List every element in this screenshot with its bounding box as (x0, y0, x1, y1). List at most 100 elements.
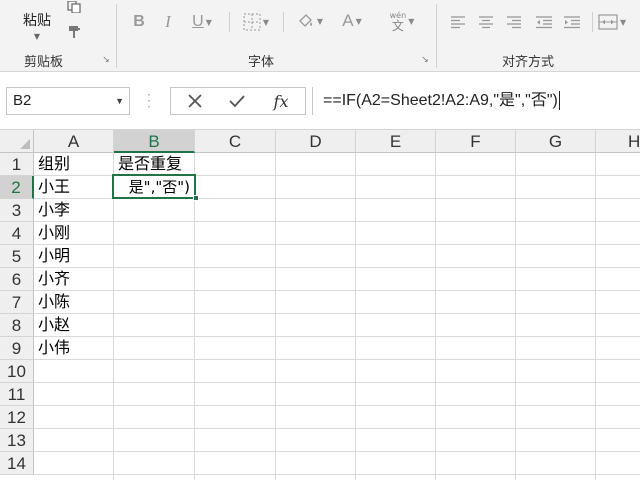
align-left-button[interactable] (446, 10, 470, 34)
gridline (34, 359, 640, 360)
formula-bar-grip-icon[interactable]: · · · (147, 89, 151, 113)
active-cell-b2[interactable]: 是","否") (112, 174, 196, 199)
align-right-button[interactable] (502, 10, 526, 34)
merge-dropdown-icon: ▼ (620, 17, 627, 27)
cell-b1[interactable]: 是否重复 (114, 153, 195, 175)
gridline (34, 405, 640, 406)
gridline (34, 474, 640, 475)
align-right-icon (507, 16, 521, 29)
gridline (34, 451, 640, 452)
name-box[interactable]: B2 ▼ (6, 87, 130, 115)
font-color-icon: A (342, 11, 354, 30)
gridline (595, 153, 596, 480)
borders-dropdown-icon: ▼ (262, 17, 270, 27)
row-header-12[interactable]: 12 (0, 406, 34, 429)
row-header-1[interactable]: 1 (0, 153, 34, 176)
column-header-h[interactable]: H (596, 130, 640, 153)
worksheet-grid[interactable]: A B C D E F G H 1 2 3 4 5 6 7 8 9 10 11 … (0, 130, 640, 480)
paste-label: 粘贴 (23, 12, 51, 29)
cell-a5[interactable]: 小明 (34, 245, 114, 267)
merge-center-icon (598, 14, 618, 30)
toolbar-divider (229, 12, 230, 32)
format-painter-icon[interactable] (64, 22, 86, 42)
column-header-d[interactable]: D (276, 130, 356, 153)
row-header-4[interactable]: 4 (0, 222, 34, 245)
column-header-f[interactable]: F (436, 130, 516, 153)
cell-a8[interactable]: 小赵 (34, 314, 114, 336)
cell-a3[interactable]: 小李 (34, 199, 114, 221)
group-divider (116, 4, 117, 68)
gridline (355, 153, 356, 480)
decrease-indent-button[interactable] (532, 10, 556, 34)
increase-indent-button[interactable] (560, 10, 584, 34)
row-header-3[interactable]: 3 (0, 199, 34, 222)
cancel-icon (188, 94, 202, 108)
cancel-entry-button[interactable] (175, 89, 215, 113)
gridline (34, 290, 640, 291)
fill-handle[interactable] (193, 195, 199, 201)
column-header-a[interactable]: A (34, 130, 114, 153)
gridline (34, 313, 640, 314)
italic-button[interactable]: I (157, 10, 179, 34)
gridline (34, 336, 640, 337)
row-header-8[interactable]: 8 (0, 314, 34, 337)
phonetic-button[interactable]: wén 文 ▼ (382, 6, 422, 36)
cell-a1[interactable]: 组别 (34, 153, 114, 175)
column-header-b[interactable]: B (114, 130, 195, 153)
formula-input[interactable]: ==IF(A2=Sheet2!A2:A9,"是","否") (312, 87, 640, 115)
cell-a4[interactable]: 小刚 (34, 222, 114, 244)
row-header-7[interactable]: 7 (0, 291, 34, 314)
cell-a7[interactable]: 小陈 (34, 291, 114, 313)
cell-a2[interactable]: 小王 (34, 176, 114, 198)
clipboard-launcher-icon[interactable]: ↘ (101, 55, 111, 65)
column-header-g[interactable]: G (516, 130, 596, 153)
font-group-label: 字体 (248, 55, 275, 70)
fill-color-button[interactable]: ▼ (290, 8, 330, 34)
bold-button[interactable]: B (128, 10, 150, 34)
row-header-5[interactable]: 5 (0, 245, 34, 268)
merge-center-button[interactable]: ▼ (598, 10, 640, 34)
row-header-6[interactable]: 6 (0, 268, 34, 291)
insert-function-button[interactable]: fx (261, 89, 301, 113)
select-all-icon (20, 139, 30, 149)
borders-icon (243, 13, 261, 31)
clipboard-group-label: 剪贴板 (24, 55, 64, 70)
cell-a6[interactable]: 小齐 (34, 268, 114, 290)
increase-indent-icon (564, 16, 580, 29)
font-launcher-icon[interactable]: ↘ (420, 55, 430, 65)
name-box-value: B2 (13, 92, 32, 109)
gridline (34, 428, 640, 429)
formula-bar: B2 ▼ · · · fx ==IF(A2=Sheet2!A2:A9,"是","否"… (0, 72, 640, 130)
text-cursor (558, 91, 560, 111)
align-center-icon (479, 16, 493, 29)
underline-dropdown-icon: ▼ (205, 17, 212, 27)
borders-button[interactable]: ▼ (236, 10, 276, 34)
checkmark-icon (229, 95, 245, 108)
phonetic-dropdown-icon: ▼ (408, 16, 415, 26)
row-header-13[interactable]: 13 (0, 429, 34, 452)
cell-a9[interactable]: 小伟 (34, 337, 114, 359)
gridline (275, 153, 276, 480)
row-header-10[interactable]: 10 (0, 360, 34, 383)
formula-text: ==IF(A2=Sheet2!A2:A9,"是","否") (323, 92, 558, 109)
gridline (34, 382, 640, 383)
font-color-button[interactable]: A ▼ (332, 8, 372, 34)
column-header-c[interactable]: C (195, 130, 276, 153)
align-center-button[interactable] (474, 10, 498, 34)
row-header-9[interactable]: 9 (0, 337, 34, 360)
row-header-2[interactable]: 2 (0, 176, 34, 199)
paste-button[interactable]: 粘贴 ▼ (18, 0, 56, 44)
row-header-11[interactable]: 11 (0, 383, 34, 406)
alignment-group-label: 对齐方式 (502, 55, 555, 70)
row-header-14[interactable]: 14 (0, 452, 34, 475)
underline-button[interactable]: U ▼ (184, 10, 220, 34)
enter-button[interactable] (217, 89, 257, 113)
gridline (515, 153, 516, 480)
select-all-button[interactable] (0, 130, 34, 153)
toolbar-divider (283, 12, 284, 32)
underline-icon: U (192, 13, 204, 30)
group-divider (436, 4, 437, 68)
column-header-e[interactable]: E (356, 130, 436, 153)
name-box-dropdown-icon[interactable]: ▼ (115, 88, 124, 114)
copy-icon[interactable] (64, 0, 86, 14)
